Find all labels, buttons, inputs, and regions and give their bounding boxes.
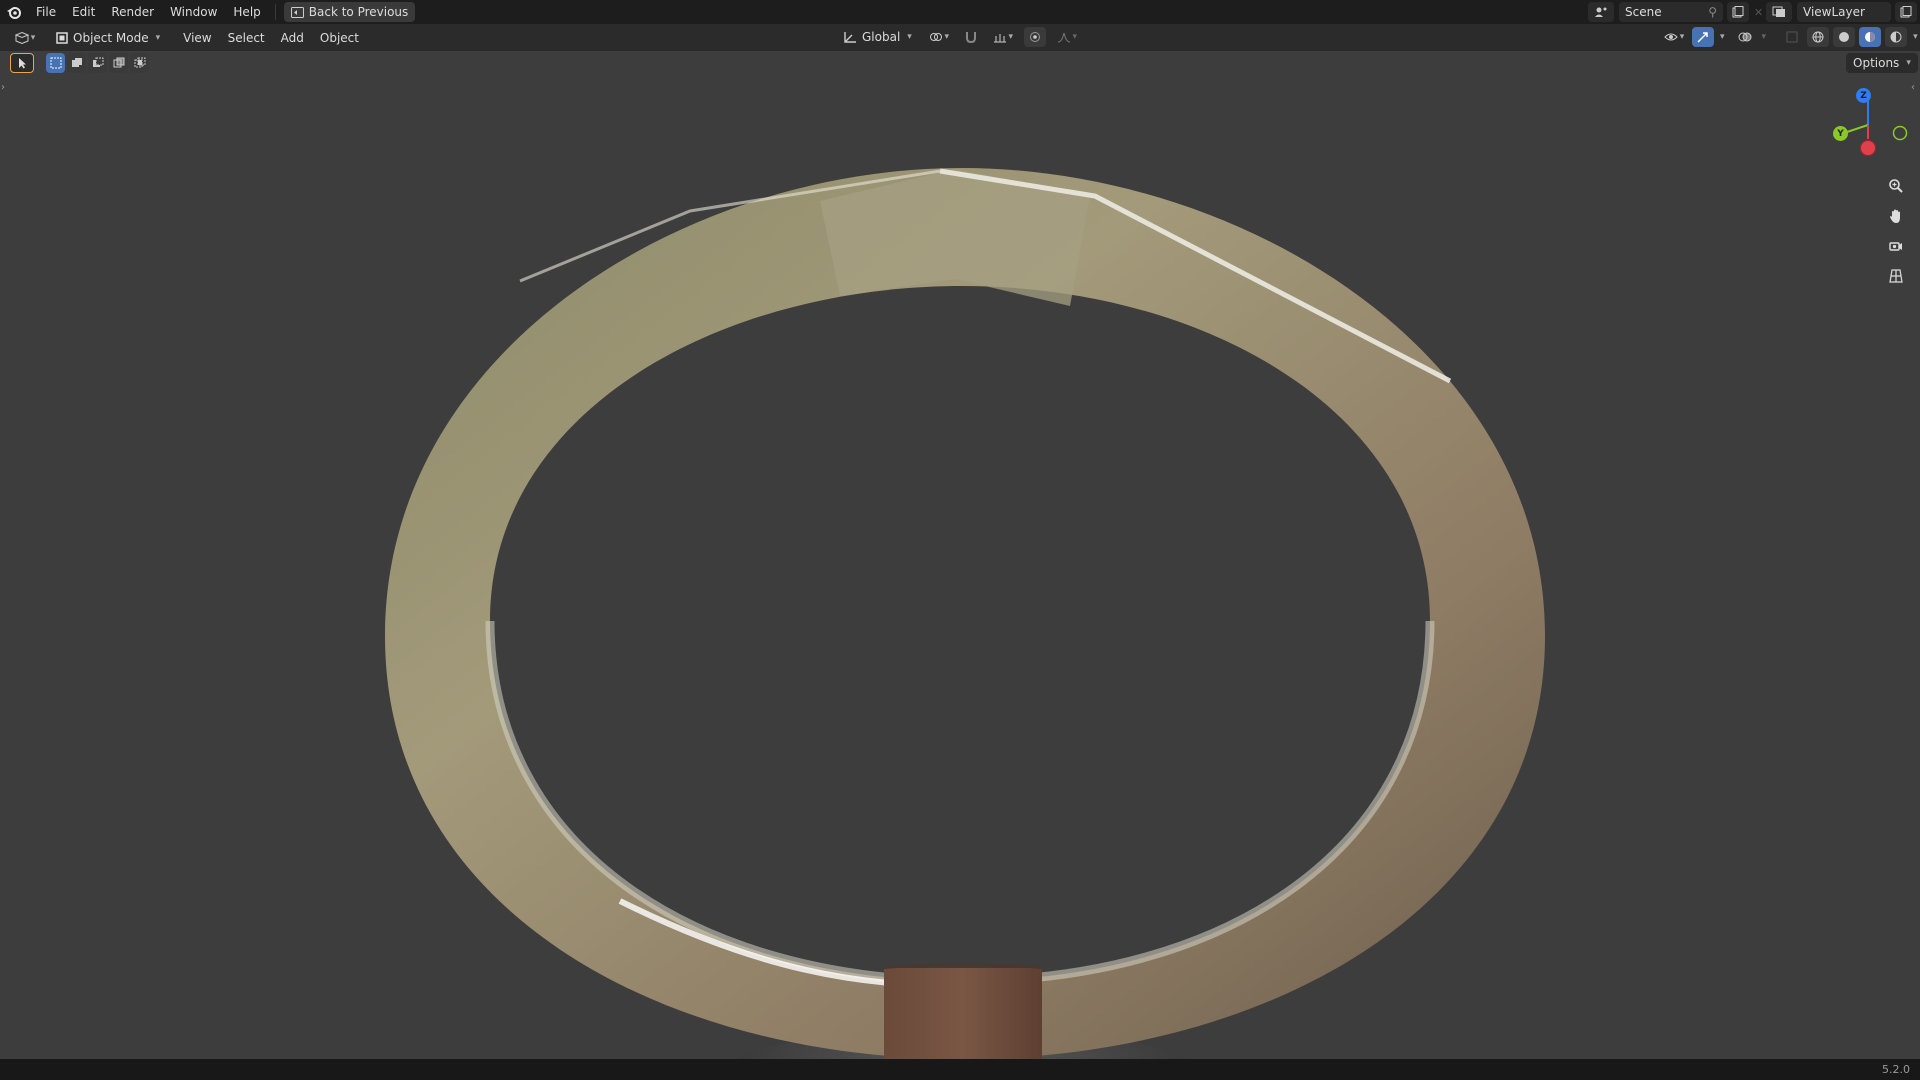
wireframe-shading-icon[interactable] xyxy=(1807,27,1830,47)
blender-logo-icon[interactable] xyxy=(0,0,28,24)
ring-body xyxy=(385,168,1545,1059)
divider xyxy=(274,4,276,20)
gizmo-axes xyxy=(1843,101,1908,156)
view-layer-name: ViewLayer xyxy=(1803,5,1865,19)
rendered-shading-icon[interactable] xyxy=(1885,27,1908,47)
gizmo-y-axis[interactable]: Y xyxy=(1833,126,1848,141)
new-view-layer-icon[interactable] xyxy=(1895,2,1917,22)
viewport-header: ▾ Object Mode ▾ View Select Add Object G… xyxy=(0,24,1920,51)
mode-label: Object Mode xyxy=(73,30,149,45)
shading-dropdown-icon[interactable]: ▾ xyxy=(1913,32,1918,42)
orientation-icon xyxy=(844,32,856,43)
editor-type-icon[interactable]: ▾ xyxy=(10,27,40,48)
menu-view[interactable]: View xyxy=(175,26,219,50)
snap-toggle-icon[interactable] xyxy=(959,27,982,47)
mode-dropdown[interactable]: Object Mode ▾ xyxy=(49,27,168,48)
view-layer-field[interactable]: ViewLayer xyxy=(1797,2,1891,22)
xray-toggle-icon[interactable] xyxy=(1781,27,1804,47)
scene-browse-icon[interactable] xyxy=(1588,2,1614,22)
menu-edit[interactable]: Edit xyxy=(64,0,103,24)
material-preview-shading-icon[interactable] xyxy=(1859,27,1882,47)
object-mode-icon xyxy=(56,31,68,44)
snap-target-icon[interactable]: ▾ xyxy=(988,27,1017,47)
gizmo-y-label: Y xyxy=(1837,128,1844,139)
view-controls: ▾ ▾ ▾ ▾ xyxy=(1660,27,1918,47)
proportional-editing-icon[interactable] xyxy=(1023,27,1046,47)
main-menu: File Edit Render Window Help xyxy=(28,0,269,24)
leather-band-edge xyxy=(883,963,1043,969)
menu-add[interactable]: Add xyxy=(273,26,312,50)
leather-band xyxy=(884,968,1042,1059)
falloff-icon[interactable]: ▾ xyxy=(1052,27,1081,47)
camera-view-icon[interactable] xyxy=(1883,233,1909,259)
pivot-point-icon[interactable]: ▾ xyxy=(924,27,953,47)
overlays-dropdown-icon[interactable]: ▾ xyxy=(1762,32,1767,42)
view-layer-browse-icon[interactable] xyxy=(1766,2,1792,22)
new-scene-icon[interactable] xyxy=(1727,2,1749,22)
menu-window[interactable]: Window xyxy=(162,0,225,24)
transform-tools: Global ▾ ▾ ▾ ▾ xyxy=(836,27,1082,47)
version-label: 5.2.0 xyxy=(1882,1063,1910,1076)
close-scene-icon[interactable]: ✕ xyxy=(1754,6,1763,19)
view-layer-group: ViewLayer ✕ xyxy=(1766,2,1920,22)
scene-render xyxy=(385,168,1545,1059)
viewport-menu: View Select Add Object xyxy=(175,24,367,51)
back-to-previous-button[interactable]: Back to Previous xyxy=(283,2,416,22)
back-to-previous-label: Back to Previous xyxy=(308,5,409,19)
3d-viewport[interactable]: Options ▾ › ‹ Z Y xyxy=(0,51,1920,1059)
pin-icon[interactable]: ⚲ xyxy=(1708,5,1717,19)
overlays-toggle-icon[interactable] xyxy=(1733,27,1756,47)
gizmo-z-axis[interactable]: Z xyxy=(1856,88,1871,103)
gizmo-z-label: Z xyxy=(1860,90,1867,101)
menu-help[interactable]: Help xyxy=(225,0,268,24)
scene-name-field[interactable]: Scene ⚲ xyxy=(1619,2,1723,22)
menu-object[interactable]: Object xyxy=(312,26,367,50)
status-bar: 5.2.0 xyxy=(0,1059,1920,1080)
scene-name: Scene xyxy=(1625,5,1662,19)
pan-hand-icon[interactable] xyxy=(1883,203,1909,229)
gizmo-dropdown-icon[interactable]: ▾ xyxy=(1720,32,1725,42)
perspective-grid-icon[interactable] xyxy=(1883,263,1909,289)
scene-selector-group: Scene ⚲ ✕ xyxy=(1588,2,1763,22)
gizmo-toggle-icon[interactable] xyxy=(1692,27,1714,47)
orientation-label: Global xyxy=(862,30,901,44)
menu-select[interactable]: Select xyxy=(220,26,273,50)
zoom-icon[interactable] xyxy=(1883,173,1909,199)
chevron-down-icon: ▾ xyxy=(155,32,161,43)
back-icon xyxy=(290,6,304,18)
visibility-icon[interactable]: ▾ xyxy=(1660,27,1688,47)
transform-orientation-dropdown[interactable]: Global ▾ xyxy=(836,27,919,47)
menu-file[interactable]: File xyxy=(28,0,64,24)
top-bar: File Edit Render Window Help Back to Pre… xyxy=(0,0,1920,24)
navigation-gizmo[interactable]: Z Y xyxy=(1826,81,1916,161)
menu-render[interactable]: Render xyxy=(103,0,162,24)
solid-shading-icon[interactable] xyxy=(1833,27,1856,47)
